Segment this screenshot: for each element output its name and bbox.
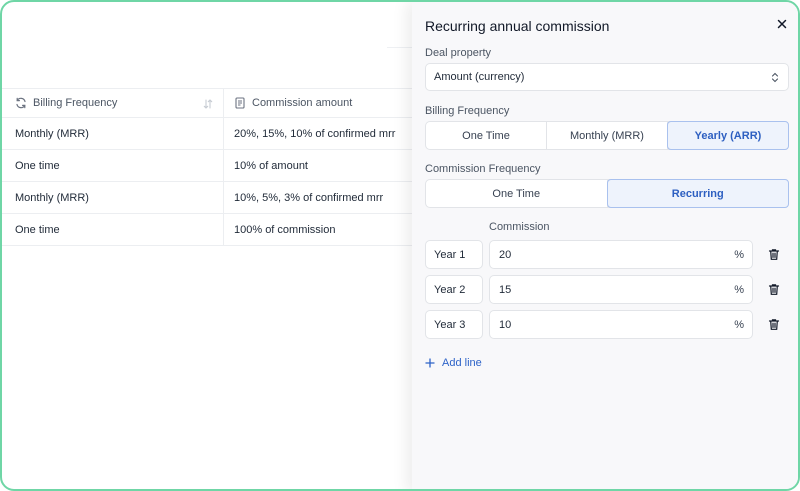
- add-line-button[interactable]: Add line: [425, 357, 482, 369]
- trash-icon[interactable]: [768, 318, 780, 331]
- chevron-up-down-icon: [771, 72, 779, 83]
- percent-unit: %: [734, 319, 744, 331]
- commission-option-recurring[interactable]: Recurring: [606, 179, 789, 208]
- commission-option-one-time[interactable]: One Time: [426, 180, 608, 207]
- percent-unit: %: [734, 249, 744, 261]
- table-row[interactable]: Monthly (MRR) 20%, 15%, 10% of confirmed…: [2, 118, 422, 150]
- app-frame: Billing Frequency Commission amount Mont…: [0, 0, 800, 491]
- commission-frequency-segmented: One Time Recurring: [425, 179, 789, 208]
- deal-property-label: Deal property: [425, 47, 492, 59]
- commission-line: Year 1 20 %: [425, 240, 795, 269]
- cell-commission: 100% of commission: [234, 223, 336, 236]
- commission-value-input[interactable]: 10 %: [489, 310, 753, 339]
- trash-icon[interactable]: [768, 248, 780, 261]
- column-header-billing-frequency[interactable]: Billing Frequency: [2, 89, 224, 117]
- deal-property-select[interactable]: Amount (currency): [425, 63, 789, 91]
- billing-option-one-time[interactable]: One Time: [426, 122, 547, 149]
- document-icon: [234, 97, 246, 109]
- commission-frequency-label: Commission Frequency: [425, 163, 541, 175]
- percent-unit: %: [734, 284, 744, 296]
- cell-commission: 10%, 5%, 3% of confirmed mrr: [234, 191, 384, 204]
- cell-billing: Monthly (MRR): [2, 182, 224, 213]
- billing-option-yearly[interactable]: Yearly (ARR): [667, 121, 789, 150]
- panel-title: Recurring annual commission: [425, 18, 610, 34]
- column-header-label: Billing Frequency: [33, 97, 118, 109]
- table-row[interactable]: One time 10% of amount: [2, 150, 422, 182]
- billing-frequency-segmented: One Time Monthly (MRR) Yearly (ARR): [425, 121, 789, 150]
- commission-line: Year 3 10 %: [425, 310, 795, 339]
- billing-option-monthly[interactable]: Monthly (MRR): [547, 122, 668, 149]
- cell-billing: Monthly (MRR): [2, 118, 224, 149]
- year-field[interactable]: Year 3: [425, 310, 483, 339]
- table-header-row: Billing Frequency Commission amount: [2, 88, 422, 118]
- cell-commission: 20%, 15%, 10% of confirmed mrr: [234, 127, 396, 140]
- plus-icon: [425, 358, 435, 368]
- commission-line: Year 2 15 %: [425, 275, 795, 304]
- trash-icon[interactable]: [768, 283, 780, 296]
- commission-table-area: Billing Frequency Commission amount Mont…: [2, 2, 422, 489]
- table-row[interactable]: Monthly (MRR) 10%, 5%, 3% of confirmed m…: [2, 182, 422, 214]
- column-header-commission-amount[interactable]: Commission amount: [224, 89, 422, 117]
- year-field[interactable]: Year 2: [425, 275, 483, 304]
- table-row[interactable]: One time 100% of commission: [2, 214, 422, 246]
- deal-property-value: Amount (currency): [434, 71, 525, 83]
- billing-frequency-label: Billing Frequency: [425, 105, 510, 117]
- close-icon[interactable]: [776, 18, 788, 30]
- commission-column-label: Commission: [489, 221, 550, 233]
- commission-table: Billing Frequency Commission amount Mont…: [2, 88, 422, 246]
- commission-side-panel: Recurring annual commission Deal propert…: [412, 2, 798, 489]
- commission-value: 15: [499, 283, 512, 296]
- commission-value: 20: [499, 248, 512, 261]
- commission-value: 10: [499, 318, 512, 331]
- sort-icon[interactable]: [203, 98, 213, 110]
- refresh-icon: [15, 97, 27, 109]
- cell-billing: One time: [2, 214, 224, 245]
- add-line-label: Add line: [442, 357, 482, 369]
- column-header-label: Commission amount: [252, 97, 353, 109]
- cell-billing: One time: [2, 150, 224, 181]
- commission-value-input[interactable]: 20 %: [489, 240, 753, 269]
- commission-value-input[interactable]: 15 %: [489, 275, 753, 304]
- cell-commission: 10% of amount: [234, 159, 308, 172]
- year-field[interactable]: Year 1: [425, 240, 483, 269]
